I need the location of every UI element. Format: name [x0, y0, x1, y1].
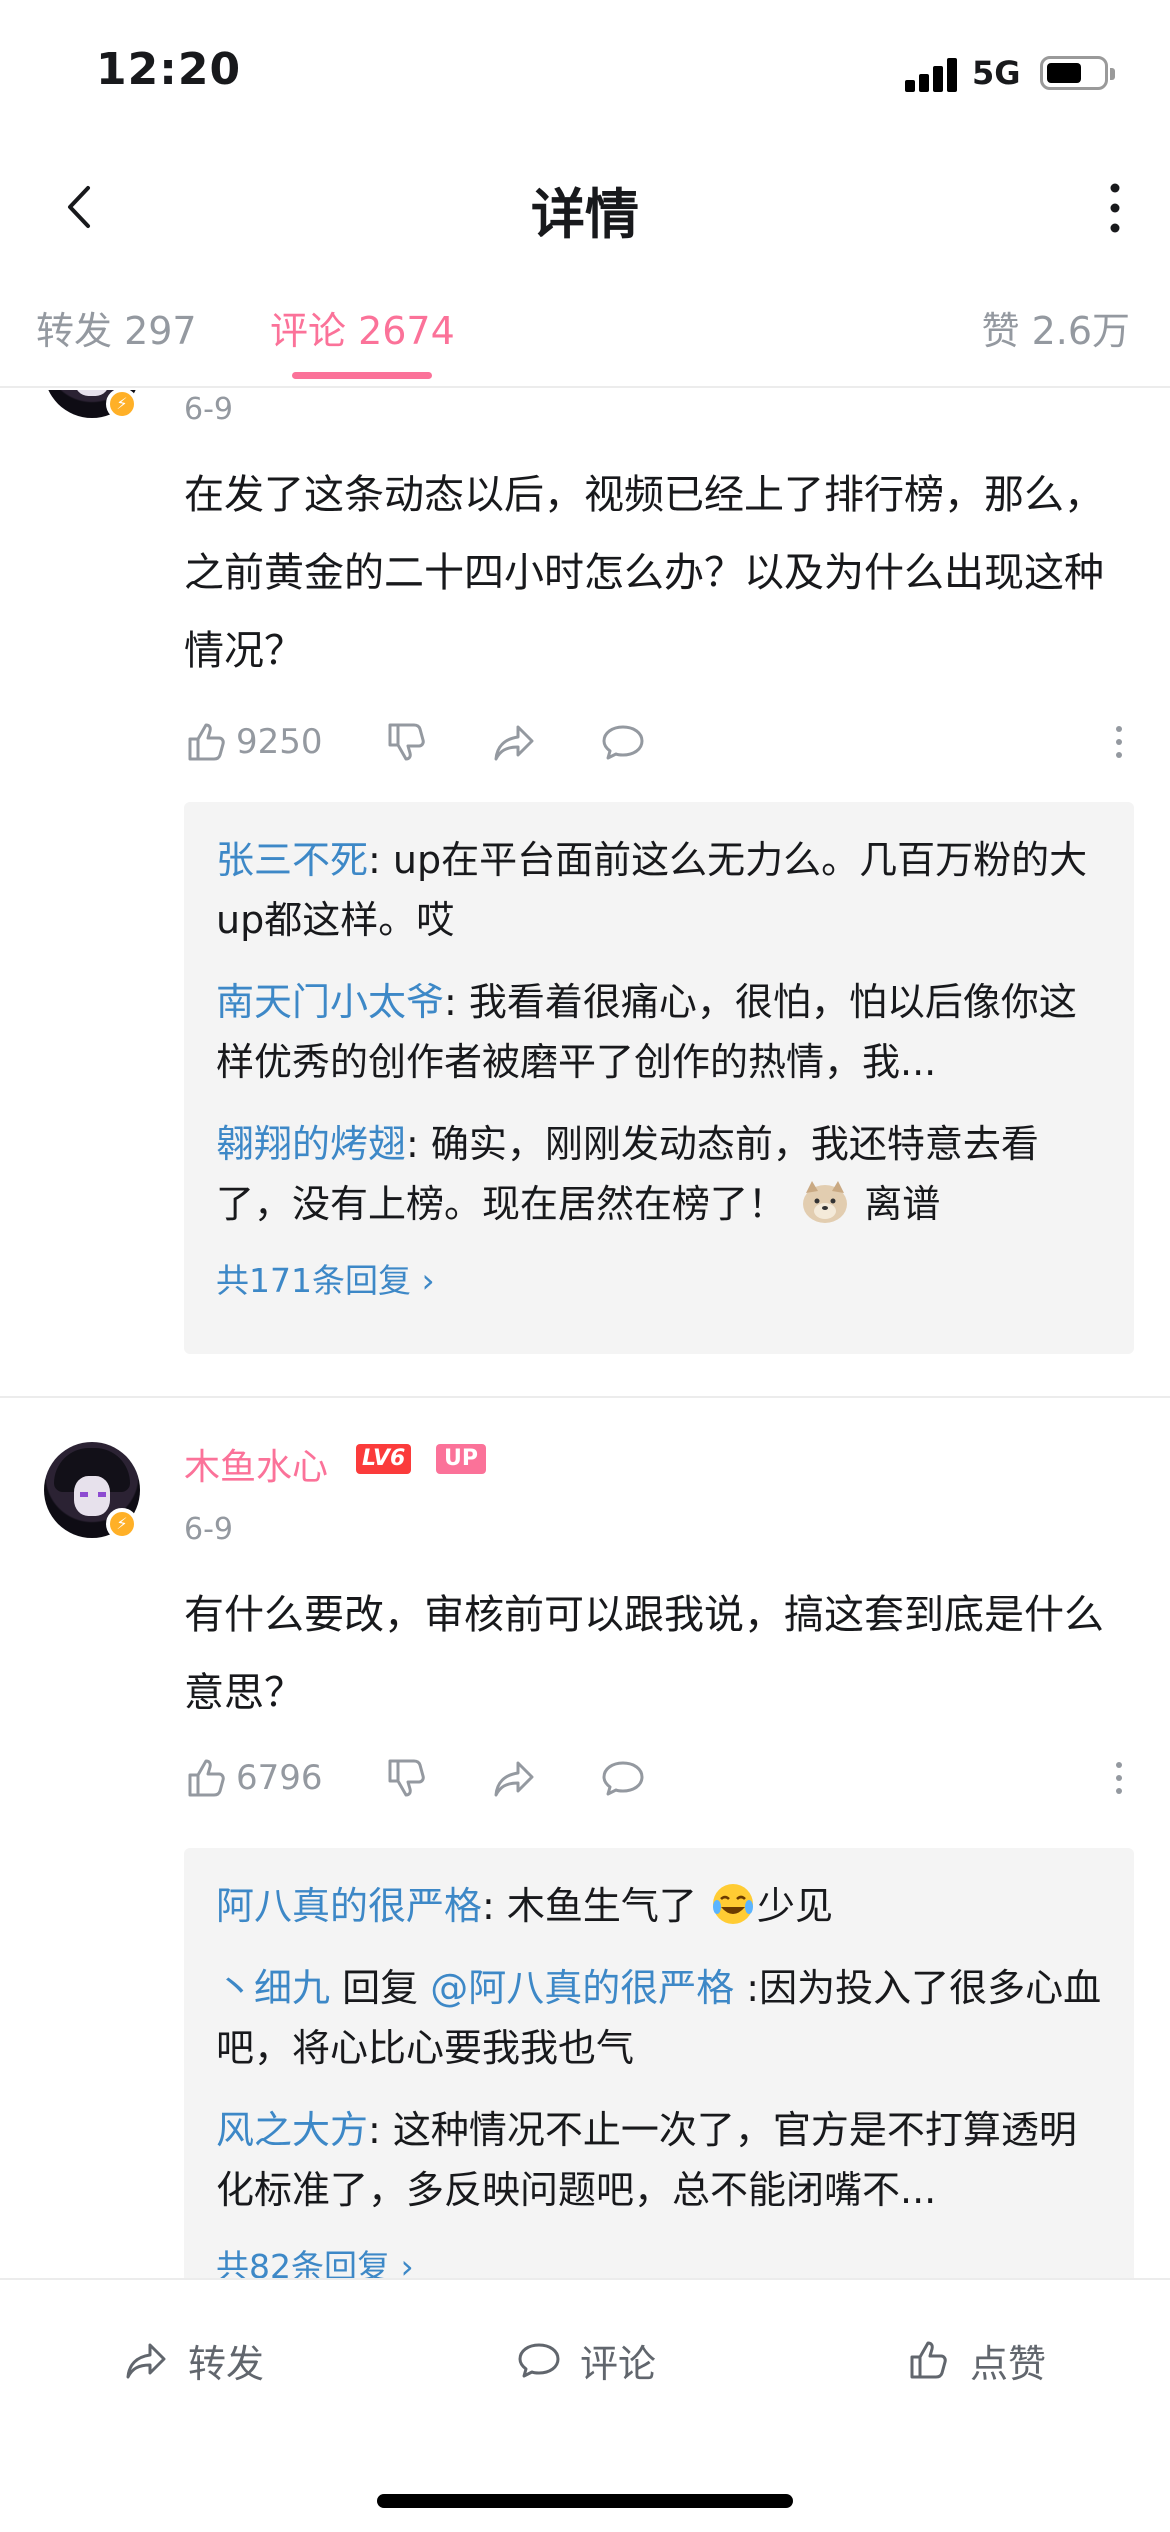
like-button[interactable]: 6796 — [184, 1748, 323, 1808]
reply-author[interactable]: 丶细九 — [216, 1966, 330, 2010]
repost-button[interactable]: 转发 — [124, 2330, 264, 2390]
more-vertical-icon[interactable] — [1090, 180, 1140, 236]
thumbs-up-icon — [910, 2341, 947, 2379]
like-label: 点赞 — [970, 2341, 1047, 2386]
share-button[interactable] — [492, 1748, 538, 1808]
comment-item: ⚡ 6-9 在发了这条动态以后，视频已经上了排行榜，那么，之前黄金的二十四小时怎… — [0, 390, 1170, 1398]
tab-repost[interactable]: 转发 297 — [36, 300, 197, 355]
share-icon — [494, 1761, 534, 1797]
comment-item: ⚡ 木鱼水心 LV6 UP 6-9 有什么要改，审核前可以跟我说，搞这套到底是什… — [0, 1430, 1170, 2278]
reply-author[interactable]: 风之大方 — [216, 2108, 368, 2152]
reply-button[interactable] — [600, 712, 646, 772]
share-icon — [126, 2343, 166, 2379]
nav-bar: 详情 — [0, 140, 1170, 270]
comment-bubble-icon — [518, 2343, 560, 2378]
comment-date: 6-9 — [184, 1512, 233, 1547]
comment-feed[interactable]: ⚡ 6-9 在发了这条动态以后，视频已经上了排行榜，那么，之前黄金的二十四小时怎… — [0, 390, 1170, 2278]
status-bar: 12:20 5G — [0, 0, 1170, 140]
like-count: 6796 — [236, 1758, 323, 1798]
reply-item: 张三不死: up在平台面前这么无力么。几百万粉的大up都这样。哎 — [216, 830, 1102, 950]
view-all-replies-link[interactable]: 共82条回复 › — [216, 2242, 1102, 2278]
reply-text-suffix: 少见 — [757, 1884, 834, 1928]
home-indicator[interactable] — [377, 2494, 793, 2508]
thumbs-up-icon — [188, 1759, 225, 1797]
more-vertical-icon — [1116, 1762, 1122, 1794]
like-button[interactable]: 9250 — [184, 712, 323, 772]
thumbs-down-icon — [388, 723, 425, 761]
reply-word: 回复 — [330, 1966, 431, 2010]
verified-badge-icon: ⚡ — [106, 390, 138, 420]
comment-username[interactable]: 木鱼水心 — [184, 1438, 328, 1490]
comment-label: 评论 — [580, 2341, 657, 2386]
comment-bubble-icon — [602, 1761, 644, 1796]
tab-comment[interactable]: 评论 2674 — [270, 300, 455, 355]
reply-author[interactable]: 阿八真的很严格 — [216, 1884, 482, 1928]
reply-author[interactable]: 翱翔的烤翅 — [216, 1122, 406, 1166]
comment-content: 有什么要改，审核前可以跟我说，搞这套到底是什么意思？ — [184, 1592, 1104, 1716]
share-button[interactable] — [492, 712, 538, 772]
dislike-button[interactable] — [384, 712, 430, 772]
battery-icon — [1040, 56, 1115, 90]
thumbs-down-icon — [388, 1759, 425, 1797]
reply-text: : 木鱼生气了 — [482, 1884, 697, 1928]
more-vertical-icon — [1116, 726, 1122, 758]
bottom-action-bar: 转发 评论 点赞 — [0, 2278, 1170, 2532]
status-time: 12:20 — [96, 44, 242, 95]
more-options-button[interactable] — [1096, 712, 1142, 772]
share-icon — [494, 725, 534, 761]
tab-like[interactable]: 赞 2.6万 — [981, 300, 1130, 355]
network-label: 5G — [972, 54, 1021, 92]
thumbs-up-icon — [188, 723, 225, 761]
reply-item: 阿八真的很严格: 木鱼生气了 少见 — [216, 1876, 1102, 1936]
reply-item: 翱翔的烤翅: 确实，刚刚发动态前，我还特意去看了，没有上榜。现在居然在榜了！ 离… — [216, 1114, 1102, 1234]
divider — [0, 1396, 1170, 1398]
verified-badge-icon: ⚡ — [106, 1508, 138, 1540]
more-options-button[interactable] — [1096, 1748, 1142, 1808]
reply-item: 风之大方: 这种情况不止一次了，官方是不打算透明化标准了，多反映问题吧，总不能闭… — [216, 2100, 1102, 2220]
reply-item: 丶细九 回复 @阿八真的很严格 :因为投入了很多心血吧，将心比心要我我也气 — [216, 1958, 1102, 2078]
reply-author[interactable]: 张三不死 — [216, 838, 368, 882]
comment-actions: 9250 — [184, 712, 1134, 772]
view-all-replies-link[interactable]: 共171条回复 › — [216, 1256, 1102, 1326]
reply-mention[interactable]: @阿八真的很严格 — [430, 1966, 734, 2010]
tab-bar: 转发 297 评论 2674 赞 2.6万 — [0, 270, 1170, 388]
signal-icon — [905, 58, 961, 92]
comment-content: 在发了这条动态以后，视频已经上了排行榜，那么，之前黄金的二十四小时怎么办？以及为… — [184, 472, 1104, 674]
like-post-button[interactable]: 点赞 — [906, 2330, 1046, 2390]
page-title: 详情 — [531, 183, 639, 246]
reply-preview-box[interactable]: 张三不死: up在平台面前这么无力么。几百万粉的大up都这样。哎 南天门小太爷:… — [184, 802, 1134, 1354]
tab-active-indicator — [292, 372, 432, 379]
repost-label: 转发 — [188, 2341, 265, 2386]
comment-bubble-icon — [602, 725, 644, 760]
like-count: 9250 — [236, 722, 323, 762]
tears-of-joy-emoji-icon — [713, 1884, 753, 1924]
reply-preview-box[interactable]: 阿八真的很严格: 木鱼生气了 少见 丶细九 回复 @阿八真的很严格 :因为投入了… — [184, 1848, 1134, 2278]
reply-item: 南天门小太爷: 我看着很痛心，很怕，怕以后像你这样优秀的创作者被磨平了创作的热情… — [216, 972, 1102, 1092]
dislike-button[interactable] — [384, 1748, 430, 1808]
up-badge: UP — [436, 1444, 486, 1474]
comment-button[interactable]: 评论 — [516, 2330, 656, 2390]
reply-text-suffix: 离谱 — [864, 1182, 941, 1226]
dog-emoji-icon — [803, 1181, 848, 1223]
reply-button[interactable] — [600, 1748, 646, 1808]
reply-author[interactable]: 南天门小太爷 — [216, 980, 444, 1024]
comment-date: 6-9 — [184, 392, 233, 427]
comment-actions: 6796 — [184, 1748, 1134, 1808]
level-badge: LV6 — [356, 1444, 412, 1474]
